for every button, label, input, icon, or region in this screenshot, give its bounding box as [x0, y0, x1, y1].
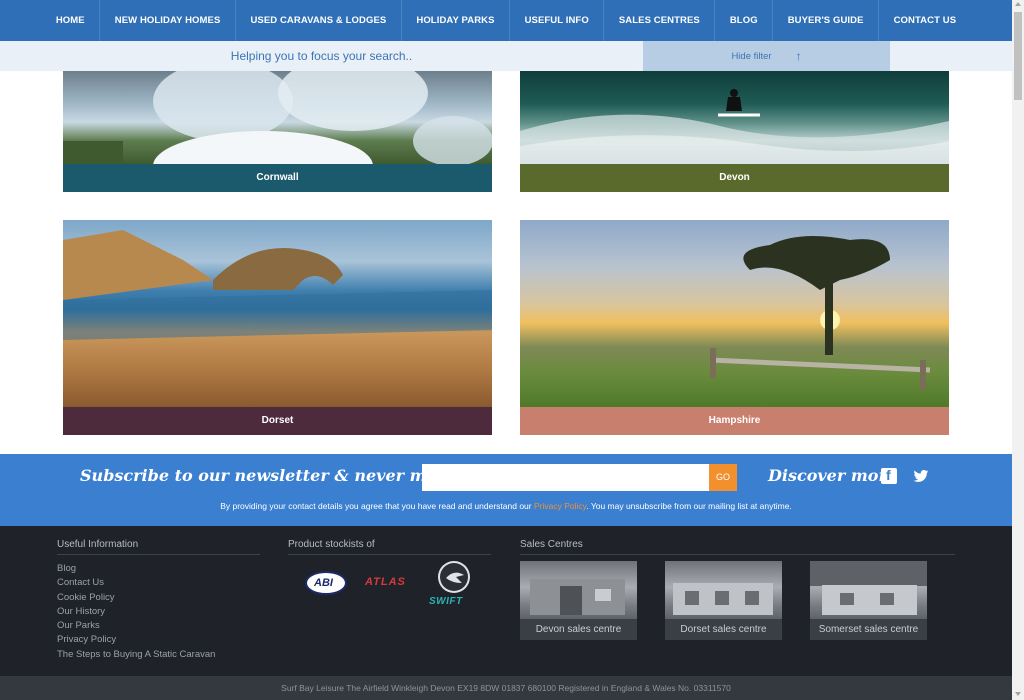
swift-logo: SWIFT: [429, 596, 463, 607]
useful-info-heading: Useful Information: [57, 539, 139, 550]
divider: [288, 554, 491, 555]
newsletter-email-input[interactable]: [422, 464, 709, 491]
region-label-cornwall: Cornwall: [63, 164, 492, 192]
legal-footer: Surf Bay Leisure The Airfield Winkleigh …: [0, 676, 1012, 700]
sales-centre-somerset[interactable]: Somerset sales centre: [810, 561, 927, 640]
cornwall-photo: [63, 71, 492, 164]
nav-sales-centres[interactable]: SALES CENTRES: [604, 0, 716, 41]
stockists-heading: Product stockists of: [288, 539, 375, 550]
sales-centre-dorset[interactable]: Dorset sales centre: [665, 561, 782, 640]
region-label-devon: Devon: [520, 164, 949, 192]
hide-filter-button[interactable]: Hide filter ↑: [643, 41, 890, 71]
divider: [520, 554, 955, 555]
privacy-policy-link[interactable]: Privacy Policy: [534, 501, 586, 511]
devon-photo: [520, 71, 949, 164]
scroll-up-icon[interactable]: [1015, 2, 1021, 6]
newsletter-go-button[interactable]: GO: [709, 464, 737, 491]
hide-filter-label: Hide filter: [731, 50, 772, 62]
abi-logo: ABI: [305, 571, 347, 595]
scroll-down-icon[interactable]: [1015, 692, 1021, 696]
useful-links-list: Blog Contact Us Cookie Policy Our Histor…: [57, 562, 215, 662]
page-scrollbar[interactable]: [1012, 0, 1024, 700]
discover-more-heading: Discover more: [768, 466, 898, 485]
footer-link-privacy-policy[interactable]: Privacy Policy: [57, 633, 215, 647]
sales-centre-devon[interactable]: Devon sales centre: [520, 561, 637, 640]
footer-link-our-parks[interactable]: Our Parks: [57, 619, 215, 633]
divider: [57, 554, 260, 555]
region-label-hampshire: Hampshire: [520, 407, 949, 435]
up-arrow-icon: ↑: [795, 49, 802, 63]
nav-useful-info[interactable]: USEFUL INFO: [510, 0, 605, 41]
scrollbar-thumb[interactable]: [1014, 12, 1022, 100]
footer-link-blog[interactable]: Blog: [57, 562, 215, 576]
region-tile-cornwall[interactable]: Cornwall: [63, 71, 492, 192]
sales-centre-label: Dorset sales centre: [665, 619, 782, 640]
sales-centre-label: Somerset sales centre: [810, 619, 927, 640]
facebook-icon[interactable]: f: [881, 467, 897, 484]
nav-buyers-guide[interactable]: BUYER'S GUIDE: [773, 0, 880, 41]
dorset-photo: [63, 220, 492, 407]
nav-blog[interactable]: BLOG: [715, 0, 774, 41]
twitter-icon[interactable]: [913, 468, 929, 484]
hampshire-photo: [520, 220, 949, 407]
nav-holiday-parks[interactable]: HOLIDAY PARKS: [402, 0, 511, 41]
nav-contact-us[interactable]: CONTACT US: [879, 0, 971, 41]
footer-link-cookie-policy[interactable]: Cookie Policy: [57, 591, 215, 605]
region-tile-hampshire[interactable]: Hampshire: [520, 220, 949, 435]
atlas-logo: ATLAS: [365, 576, 406, 588]
footer-link-buying-steps[interactable]: The Steps to Buying A Static Caravan: [57, 648, 215, 662]
swift-logo-mark: [438, 561, 470, 593]
filter-bar: Helping you to focus your search.. Hide …: [0, 41, 1012, 71]
newsletter-disclaimer: By providing your contact details you ag…: [220, 501, 792, 511]
main-nav: HOME NEW HOLIDAY HOMES USED CARAVANS & L…: [0, 0, 1012, 41]
footer-link-our-history[interactable]: Our History: [57, 605, 215, 619]
somerset-centre-photo: [810, 561, 927, 619]
region-label-dorset: Dorset: [63, 407, 492, 435]
sales-centre-label: Devon sales centre: [520, 619, 637, 640]
nav-home[interactable]: HOME: [41, 0, 101, 41]
footer-link-contact-us[interactable]: Contact Us: [57, 576, 215, 590]
devon-centre-photo: [520, 561, 637, 619]
filter-helper-text: Helping you to focus your search..: [230, 49, 413, 63]
nav-new-holiday-homes[interactable]: NEW HOLIDAY HOMES: [100, 0, 236, 41]
nav-used-caravans[interactable]: USED CARAVANS & LODGES: [236, 0, 402, 41]
dorset-centre-photo: [665, 561, 782, 619]
region-tile-devon[interactable]: Devon: [520, 71, 949, 192]
newsletter-section: Subscribe to our newsletter & never miss…: [0, 454, 1012, 526]
region-tile-dorset[interactable]: Dorset: [63, 220, 492, 435]
sales-centres-heading: Sales Centres: [520, 539, 583, 550]
